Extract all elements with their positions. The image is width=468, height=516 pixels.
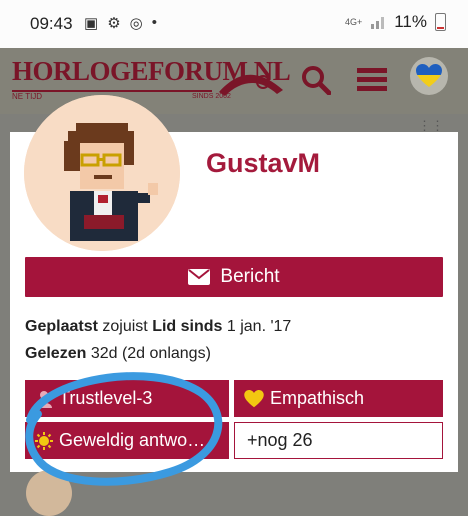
profile-avatar[interactable] [24,95,180,251]
status-time: 09:43 [30,14,73,33]
pixel-art-avatar [24,95,180,251]
envelope-icon [188,269,211,285]
profile-meta-posted: Geplaatst zojuist Lid sinds 1 jan. '17 [25,318,291,336]
profile-meta-read: Gelezen 32d (2d onlangs) [25,345,211,363]
badge-label: Empathisch [270,388,365,408]
posted-label: Geplaatst [25,318,98,335]
profile-username[interactable]: GustavM [206,148,320,179]
settings-icon: ⚙ [107,15,121,32]
member-since-value: 1 jan. '17 [226,318,292,335]
user-icon [35,390,53,408]
status-bar: 09:43 ▣ ⚙ ◎ • 4G+ 11% [0,0,468,48]
status-notification-icons: ▣ ⚙ ◎ • [84,14,157,32]
badge-trustlevel[interactable]: Trustlevel-3 [25,380,229,417]
chrome-icon: ◎ [129,15,143,32]
posted-value: zojuist [102,318,148,335]
post-author-avatar[interactable] [26,470,72,516]
badge-label: Trustlevel-3 [59,388,153,408]
notification-icon: ▣ [84,15,99,32]
heart-icon [244,389,264,408]
message-button[interactable]: Bericht [25,257,443,297]
logo-swoosh-icon [219,74,283,96]
user-menu-avatar[interactable] [410,57,448,95]
network-indicator: 4G+ [344,16,363,27]
read-value: 32d (2d onlangs) [90,345,211,362]
badge-geweldig-antwoord[interactable]: Geweldig antwo… [25,422,229,459]
search-icon [302,66,331,95]
message-button-label: Bericht [220,266,280,287]
badge-empathisch[interactable]: Empathisch [234,380,443,417]
site-logo[interactable]: HORLOGEFORUM.NL NE TIJD SINDS 2002 [12,56,291,104]
menu-button[interactable] [350,58,394,102]
read-label: Gelezen [25,345,87,362]
search-button[interactable] [294,58,338,102]
badge-label: Geweldig antwo… [59,430,206,450]
sun-badge-icon [35,431,53,450]
signal-icon [371,17,385,29]
battery-icon [435,13,446,31]
battery-percent: 11% [394,12,427,31]
more-badges-label: +nog 26 [247,430,313,450]
member-since-label: Lid sinds [152,318,223,335]
hamburger-menu-icon [357,68,387,91]
more-badges-button[interactable]: +nog 26 [234,422,443,459]
dot-icon: • [151,14,157,31]
ukraine-heart-icon [416,64,442,87]
status-right: 4G+ 11% [345,12,446,32]
